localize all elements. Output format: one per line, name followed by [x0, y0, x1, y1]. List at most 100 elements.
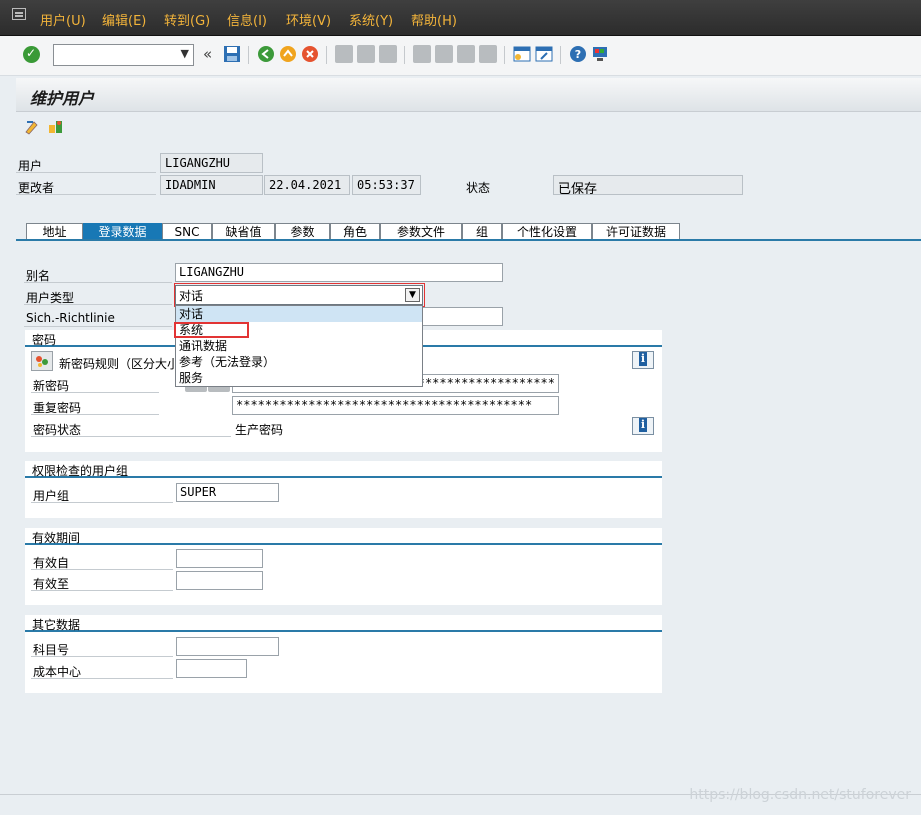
- field-underline: [31, 678, 173, 679]
- page-title: 维护用户: [30, 89, 95, 108]
- menu-goto[interactable]: 转到(G): [164, 10, 210, 29]
- tab-license-data[interactable]: 许可证数据: [592, 223, 680, 240]
- repeat-password-input[interactable]: ****************************************…: [232, 396, 559, 415]
- status-field: 已保存: [553, 175, 743, 195]
- password-status-info-icon[interactable]: [632, 417, 654, 435]
- toolbar-separator: [326, 46, 327, 64]
- auth-group-panel: 权限检查的用户组: [25, 461, 662, 518]
- user-group-input[interactable]: SUPER: [176, 483, 279, 502]
- account-number-input[interactable]: [176, 637, 279, 656]
- print-icon[interactable]: [335, 45, 353, 63]
- auth-group-header: 权限检查的用户组: [25, 461, 662, 478]
- enter-check-icon[interactable]: [23, 46, 40, 63]
- field-underline: [31, 392, 159, 393]
- tab-groups[interactable]: 组: [462, 223, 502, 240]
- menu-user[interactable]: 用户(U): [40, 10, 86, 29]
- security-policy-input[interactable]: [420, 307, 503, 326]
- tab-logon-data[interactable]: 登录数据: [83, 223, 162, 240]
- menu-help[interactable]: 帮助(H): [411, 10, 457, 29]
- field-underline: [31, 436, 231, 437]
- svg-text:?: ?: [575, 48, 581, 61]
- validity-section-title: 有效期间: [32, 531, 81, 545]
- field-underline: [24, 304, 172, 305]
- tab-snc[interactable]: SNC: [162, 223, 212, 240]
- validity-panel: 有效期间: [25, 528, 662, 605]
- find-icon[interactable]: [357, 45, 375, 63]
- field-underline: [24, 326, 172, 327]
- option-service[interactable]: 服务: [176, 370, 422, 386]
- system-menu-icon[interactable]: [12, 8, 26, 20]
- exit-icon[interactable]: [279, 45, 297, 63]
- password-section-title: 密码: [32, 333, 57, 347]
- user-type-dropdown-list: 对话 系统 通讯数据 参考（无法登录） 服务: [175, 305, 423, 387]
- next-page-icon[interactable]: [457, 45, 475, 63]
- previous-page-icon[interactable]: [435, 45, 453, 63]
- toolbar-separator: [404, 46, 405, 64]
- field-underline: [16, 194, 156, 195]
- alias-input[interactable]: LIGANGZHU: [175, 263, 503, 282]
- field-underline: [31, 414, 159, 415]
- shortcut-icon[interactable]: [535, 45, 553, 63]
- create-session-icon[interactable]: [513, 45, 531, 63]
- field-underline: [24, 282, 172, 283]
- tab-profiles[interactable]: 参数文件: [380, 223, 462, 240]
- tab-parameters[interactable]: 参数: [275, 223, 330, 240]
- toolbar-separator: [560, 46, 561, 64]
- user-field: LIGANGZHU: [160, 153, 263, 173]
- tab-personalization[interactable]: 个性化设置: [502, 223, 592, 240]
- menu-environment[interactable]: 环境(V): [286, 10, 331, 29]
- toolbar-separator: [248, 46, 249, 64]
- user-type-select[interactable]: 对话 ▼: [175, 285, 423, 305]
- menu-edit[interactable]: 编辑(E): [102, 10, 146, 29]
- collapse-icon[interactable]: «: [203, 45, 212, 63]
- other-data-section-title: 其它数据: [32, 618, 81, 632]
- back-icon[interactable]: [257, 45, 275, 63]
- password-status-value: 生产密码: [235, 423, 284, 437]
- menu-system[interactable]: 系统(Y): [349, 10, 393, 29]
- highlight-box: [174, 322, 249, 338]
- customize-layout-icon[interactable]: [591, 45, 609, 63]
- menu-bar: 用户(U) 编辑(E) 转到(G) 信息(I) 环境(V) 系统(Y) 帮助(H…: [0, 0, 921, 36]
- password-rules-button[interactable]: 新密码规则（区分大小: [59, 355, 179, 372]
- menu-info[interactable]: 信息(I): [227, 10, 267, 29]
- option-communication[interactable]: 通讯数据: [176, 338, 422, 354]
- command-field[interactable]: ▼: [53, 44, 194, 66]
- other-object-icon[interactable]: [47, 118, 65, 136]
- tab-address[interactable]: 地址: [26, 223, 83, 240]
- security-policy-label: Sich.-Richtlinie: [26, 311, 115, 325]
- cost-center-input[interactable]: [176, 659, 247, 678]
- changed-by-field: IDADMIN: [160, 175, 263, 195]
- find-next-icon[interactable]: [379, 45, 397, 63]
- tab-defaults[interactable]: 缺省值: [212, 223, 275, 240]
- field-underline: [31, 656, 173, 657]
- auth-group-section-title: 权限检查的用户组: [32, 464, 129, 478]
- user-type-value: 对话: [179, 289, 204, 303]
- help-icon[interactable]: ?: [569, 45, 587, 63]
- field-underline: [31, 590, 173, 591]
- valid-from-input[interactable]: [176, 549, 263, 568]
- other-data-panel: 其它数据: [25, 615, 662, 693]
- option-dialog[interactable]: 对话: [176, 306, 422, 322]
- cancel-icon[interactable]: [301, 45, 319, 63]
- last-page-icon[interactable]: [479, 45, 497, 63]
- save-icon[interactable]: [223, 45, 241, 63]
- field-underline: [16, 172, 156, 173]
- other-data-header: 其它数据: [25, 615, 662, 632]
- status-label: 状态: [466, 181, 491, 195]
- title-bar: 维护用户: [16, 78, 921, 112]
- standard-toolbar: ▼ « ?: [0, 36, 921, 76]
- password-info-icon[interactable]: [632, 351, 654, 369]
- first-page-icon[interactable]: [413, 45, 431, 63]
- valid-to-input[interactable]: [176, 571, 263, 590]
- changed-date-field: 22.04.2021: [264, 175, 350, 195]
- changed-time-field: 05:53:37: [352, 175, 421, 195]
- chevron-down-icon[interactable]: ▼: [181, 47, 189, 60]
- option-reference[interactable]: 参考（无法登录）: [176, 354, 422, 370]
- password-rules-icon[interactable]: [31, 351, 53, 371]
- chevron-down-icon[interactable]: ▼: [405, 288, 420, 302]
- validity-header: 有效期间: [25, 528, 662, 545]
- field-underline: [31, 569, 173, 570]
- tab-roles[interactable]: 角色: [330, 223, 380, 240]
- display-change-icon[interactable]: [24, 118, 42, 136]
- toolbar-separator: [504, 46, 505, 64]
